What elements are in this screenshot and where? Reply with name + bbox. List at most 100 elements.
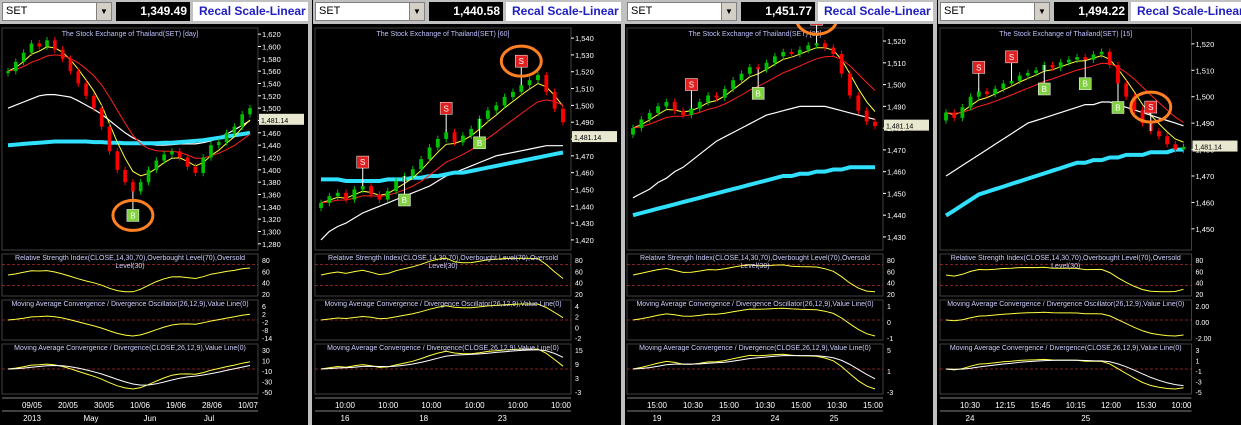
x-tick-label: 10:15 <box>1066 401 1087 410</box>
chevron-down-icon[interactable]: ▼ <box>1034 3 1049 20</box>
recal-scale-button[interactable]: Recal Scale-Linear <box>1131 2 1241 21</box>
indicator-label-box: Relative Strength Index(CLOSE,14,30,70),… <box>15 255 245 270</box>
recal-scale-button[interactable]: Recal Scale-Linear <box>818 2 933 21</box>
candle-body <box>789 51 794 55</box>
candle-body <box>240 114 244 127</box>
indicator-tick-label: -10 <box>262 369 272 376</box>
indicator-tick-label: 2.00 <box>1196 304 1210 311</box>
price-tick-label: 1,470 <box>575 152 594 161</box>
price-frame <box>314 27 572 251</box>
candle-body <box>944 112 948 121</box>
chevron-down-icon[interactable]: ▼ <box>409 3 424 20</box>
candle-body <box>216 142 221 146</box>
last-price-label: 1,481.14 <box>261 118 288 125</box>
candle-body <box>544 75 549 92</box>
indicator-tick-label: 1 <box>1196 359 1200 366</box>
candle-body <box>1116 65 1120 84</box>
x-period-label: Jun <box>144 414 157 423</box>
symbol-select[interactable]: SET ▼ <box>627 2 737 21</box>
chart-title: The Stock Exchange of Thailand(SET) [60] <box>377 31 510 38</box>
indicator-tick-label: 80 <box>262 258 270 265</box>
indicator-label: Relative Strength Index(CLOSE,14,30,70),… <box>328 255 558 270</box>
chart-toolbar: SET ▼ 1,349.49 Recal Scale-Linear <box>0 0 308 24</box>
price-tick-label: 1,490 <box>575 118 594 127</box>
signal-label: B <box>1083 80 1088 89</box>
candle-body <box>697 102 702 109</box>
candle-body <box>1124 83 1129 97</box>
candle-body <box>1165 136 1170 145</box>
indicator-tick-label: 20 <box>887 292 895 299</box>
x-period-label: 23 <box>712 414 721 423</box>
candle-body <box>1091 54 1096 60</box>
indicator-tick-label: -2 <box>262 320 268 327</box>
signal-label: S <box>444 104 449 113</box>
indicator-tick-label: -1 <box>887 336 893 343</box>
x-tick-label: 10/07 <box>238 401 259 410</box>
price-tick-label: 1,420 <box>575 236 594 245</box>
candle-body <box>452 132 457 143</box>
x-period-label: 23 <box>498 414 507 423</box>
x-tick-label: 10:30 <box>683 401 704 410</box>
indicator-tick-label: 20 <box>262 292 270 299</box>
x-tick-label: 10:30 <box>827 401 848 410</box>
candle-body <box>714 95 719 98</box>
candle-body <box>873 121 877 126</box>
candle-body <box>1034 70 1038 73</box>
indicator-tick-label: 80 <box>887 258 895 265</box>
candle-body <box>45 40 49 47</box>
chevron-down-icon[interactable]: ▼ <box>721 3 736 20</box>
candle-body <box>138 182 143 192</box>
price-tick-label: 1,520 <box>262 92 281 101</box>
candle-body <box>781 51 786 57</box>
candle-body <box>485 110 490 119</box>
chevron-down-icon[interactable]: ▼ <box>96 3 111 20</box>
candle-body <box>419 159 424 170</box>
indicator-tick-label: 30 <box>262 348 270 355</box>
symbol-select[interactable]: SET ▼ <box>940 2 1050 21</box>
chart-title: The Stock Exchange of Thailand(SET) [day… <box>62 31 198 38</box>
price-tick-label: 1,500 <box>1196 93 1215 102</box>
panel-divider[interactable] <box>308 0 312 425</box>
indicator-tick-label: 60 <box>1196 269 1204 276</box>
candle-body <box>848 73 852 96</box>
x-period-label: 24 <box>966 414 975 423</box>
ma-long-line <box>944 147 1184 218</box>
recal-scale-button[interactable]: Recal Scale-Linear <box>193 2 308 21</box>
candle-body <box>952 112 957 118</box>
candle-body <box>377 194 382 200</box>
candle-body <box>84 83 88 96</box>
indicator-label: Moving Average Convergence / Divergence(… <box>949 345 1182 352</box>
symbol-select[interactable]: SET ▼ <box>2 2 112 21</box>
chart-title: The Stock Exchange of Thailand(SET) [30] <box>689 31 822 38</box>
candle-body <box>814 43 819 46</box>
price-tick-label: 1,280 <box>262 240 281 249</box>
price-tick-label: 1,530 <box>575 51 594 60</box>
price-tick-label: 1,580 <box>262 55 281 64</box>
indicator-label: Moving Average Convergence / Divergence … <box>636 301 874 308</box>
candle-body <box>435 139 440 148</box>
price-tick-label: 1,430 <box>887 233 906 242</box>
recal-scale-button[interactable]: Recal Scale-Linear <box>506 2 621 21</box>
x-tick-label: 15:00 <box>863 401 884 410</box>
price-tick-label: 1,440 <box>887 211 906 220</box>
price-tick-label: 1,440 <box>575 202 594 211</box>
x-tick-label: 12:00 <box>1101 401 1122 410</box>
candle-body <box>1050 65 1055 68</box>
candle-body <box>115 151 120 170</box>
signal-label: B <box>1042 85 1047 94</box>
symbol-select[interactable]: SET ▼ <box>315 2 425 21</box>
price-display: 1,494.22 <box>1054 2 1128 21</box>
candle-body <box>1017 75 1022 81</box>
x-tick-label: 10:00 <box>551 401 572 410</box>
x-tick-label: 10:00 <box>378 401 399 410</box>
panel-divider[interactable] <box>933 0 937 425</box>
candle-body <box>394 181 399 192</box>
indicator-label-box: Relative Strength Index(CLOSE,14,30,70),… <box>328 255 558 270</box>
candle-body <box>681 110 685 116</box>
indicator-tick-label: -30 <box>262 380 272 387</box>
candle-body <box>536 75 540 81</box>
candle-body <box>319 202 323 208</box>
indicator-tick-label: 10 <box>262 359 270 366</box>
price-tick-label: 1,340 <box>262 203 281 212</box>
symbol-value: SET <box>631 5 653 17</box>
